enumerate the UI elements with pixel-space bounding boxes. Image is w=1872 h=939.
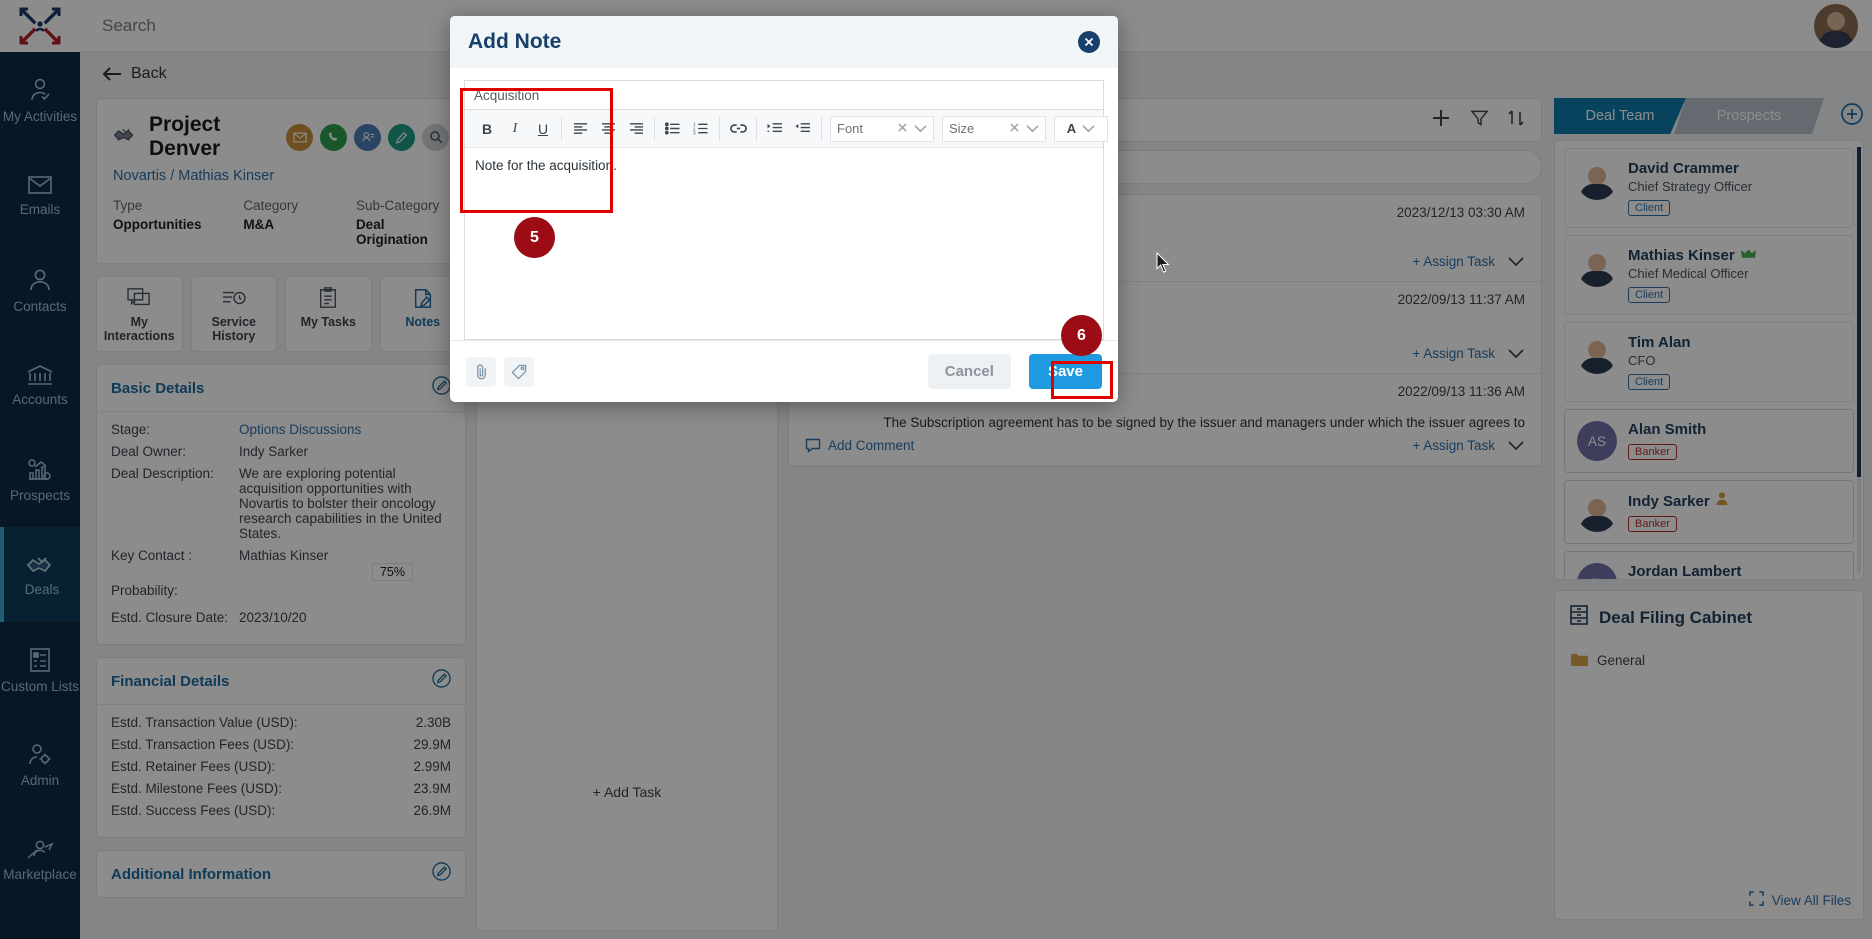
rich-text-editor: B I U 1 2 3 Font Size A Note for the acq…: [464, 110, 1108, 340]
step-badge-5: 5: [514, 217, 555, 258]
chevron-down-icon[interactable]: [914, 121, 927, 136]
align-right-icon[interactable]: [627, 120, 645, 138]
modal-body: Acquisition B I U 1 2 3 Font Size A Note…: [450, 68, 1118, 340]
tag-icon[interactable]: [504, 356, 534, 387]
align-left-icon[interactable]: [571, 120, 589, 138]
modal-title: Add Note: [468, 30, 562, 53]
align-center-icon[interactable]: [599, 120, 617, 138]
clear-icon[interactable]: [1009, 121, 1020, 136]
cancel-button[interactable]: Cancel: [927, 354, 1011, 389]
attachment-icon[interactable]: [466, 356, 496, 387]
indent-icon[interactable]: [766, 120, 784, 138]
italic-button[interactable]: I: [506, 120, 524, 138]
chevron-down-icon[interactable]: [1082, 121, 1095, 136]
save-button[interactable]: Save: [1028, 354, 1102, 389]
size-label: Size: [949, 121, 975, 136]
numbered-list-icon[interactable]: 123: [692, 120, 710, 138]
bold-button[interactable]: B: [478, 120, 496, 138]
underline-button[interactable]: U: [534, 120, 552, 138]
mouse-cursor: [1156, 252, 1170, 273]
application-root: My Activities Emails Contacts Accounts P…: [0, 0, 1872, 939]
size-select[interactable]: Size: [942, 115, 1046, 142]
subject-input[interactable]: Acquisition: [464, 80, 1104, 110]
note-body-input[interactable]: Note for the acquisition.: [465, 148, 1103, 339]
link-icon[interactable]: [729, 120, 747, 138]
color-label: A: [1066, 121, 1077, 136]
add-note-modal: Add Note Acquisition B I U 1 2 3 Font Si…: [450, 16, 1118, 402]
step-badge-6: 6: [1061, 315, 1102, 356]
font-label: Font: [837, 121, 864, 136]
close-icon[interactable]: [1078, 31, 1100, 53]
modal-header: Add Note: [450, 16, 1118, 68]
font-select[interactable]: Font: [830, 115, 934, 142]
clear-icon[interactable]: [897, 121, 908, 136]
modal-footer: Cancel Save: [450, 340, 1118, 402]
font-color-select[interactable]: A: [1054, 115, 1108, 142]
chevron-down-icon[interactable]: [1026, 121, 1039, 136]
bullet-list-icon[interactable]: [664, 120, 682, 138]
svg-text:3: 3: [693, 131, 696, 135]
outdent-icon[interactable]: [794, 120, 812, 138]
editor-toolbar: B I U 1 2 3 Font Size A: [465, 110, 1108, 148]
